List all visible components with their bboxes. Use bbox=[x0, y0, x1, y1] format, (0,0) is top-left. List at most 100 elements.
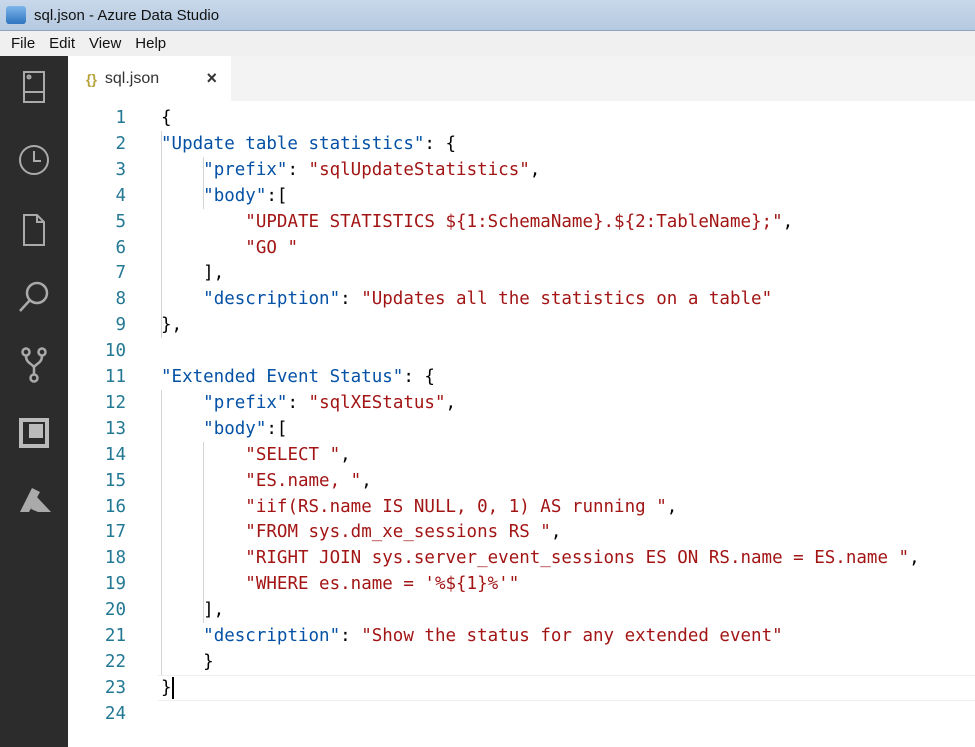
line-number: 21 bbox=[104, 626, 126, 646]
code-line: 19 "WHERE es.name = '%${1}%'" bbox=[68, 571, 975, 597]
line-number: 22 bbox=[104, 651, 126, 672]
code-token: : bbox=[340, 289, 362, 310]
app-icon bbox=[6, 6, 26, 24]
code-text: "Update table statistics": { bbox=[161, 131, 456, 157]
code-token: ], bbox=[161, 263, 225, 284]
code-token: : { bbox=[403, 367, 435, 387]
code-line: 11 "Extended Event Status": { bbox=[68, 364, 975, 390]
code-token: "iif(RS.name IS NULL, 0, 1) AS running " bbox=[245, 496, 667, 517]
code-text: "RIGHT JOIN sys.server_event_sessions ES… bbox=[161, 545, 920, 571]
close-tab-button[interactable]: × bbox=[206, 68, 217, 89]
code-token: "ES.name, " bbox=[245, 470, 362, 491]
code-token: "sqlUpdateStatistics" bbox=[308, 159, 530, 180]
code-text: "Extended Event Status": { bbox=[161, 364, 435, 390]
extensions-icon[interactable] bbox=[17, 416, 51, 450]
menu-help[interactable]: Help bbox=[128, 35, 173, 52]
code-text: "prefix": "sqlUpdateStatistics", bbox=[161, 157, 540, 183]
line-number: 19 bbox=[104, 574, 126, 595]
code-line: 12 "prefix": "sqlXEStatus", bbox=[68, 390, 975, 416]
line-number: 9 bbox=[115, 315, 126, 336]
code-text: }, bbox=[161, 312, 182, 338]
code-line: 22 } bbox=[68, 649, 975, 675]
code-line: 3 "prefix": "sqlUpdateStatistics", bbox=[68, 157, 975, 183]
azure-icon[interactable] bbox=[17, 484, 51, 518]
code-token: "GO " bbox=[245, 237, 298, 258]
code-token: , bbox=[666, 496, 678, 517]
line-number: 24 bbox=[104, 703, 126, 724]
code-token: "sqlXEStatus" bbox=[308, 392, 446, 413]
code-token: : bbox=[287, 392, 309, 413]
file-icon[interactable] bbox=[17, 213, 51, 247]
code-token: ], bbox=[161, 600, 225, 621]
history-icon[interactable] bbox=[17, 143, 51, 177]
line-number: 15 bbox=[104, 470, 126, 491]
code-token: , bbox=[782, 211, 794, 232]
line-number: 20 bbox=[104, 600, 126, 621]
code-text: "GO " bbox=[161, 235, 298, 261]
line-number: 1 bbox=[115, 108, 126, 128]
code-text: "SELECT ", bbox=[161, 442, 350, 468]
code-token: : { bbox=[424, 133, 457, 154]
code-token: }, bbox=[161, 315, 183, 336]
line-number: 11 bbox=[104, 367, 126, 387]
code-token: :[ bbox=[266, 185, 288, 206]
code-token: } bbox=[161, 651, 214, 672]
code-token: "prefix" bbox=[203, 392, 288, 413]
menu-edit[interactable]: Edit bbox=[42, 35, 82, 52]
code-token: "body" bbox=[203, 185, 267, 206]
code-token: "UPDATE STATISTICS ${1:SchemaName}.${2:T… bbox=[245, 211, 783, 232]
code-text: ], bbox=[161, 260, 224, 286]
menu-file[interactable]: File bbox=[4, 35, 42, 52]
tab-bar: {} sql.json × bbox=[68, 56, 975, 101]
code-text: "WHERE es.name = '%${1}%'" bbox=[161, 571, 519, 597]
code-line: 9}, bbox=[68, 312, 975, 338]
line-number: 10 bbox=[104, 341, 126, 362]
code-line: 20 ], bbox=[68, 597, 975, 623]
code-line: 4 "body":[ bbox=[68, 183, 975, 209]
line-number: 18 bbox=[104, 548, 126, 569]
code-token: "Update table statistics" bbox=[161, 133, 425, 154]
code-editor[interactable]: 1{2 "Update table statistics": {3 "prefix… bbox=[68, 105, 975, 747]
code-token: : bbox=[340, 626, 362, 646]
code-line: 10 bbox=[68, 338, 975, 364]
line-number: 14 bbox=[104, 444, 126, 465]
source-control-icon[interactable] bbox=[17, 347, 51, 383]
code-token: "FROM sys.dm_xe_sessions RS " bbox=[245, 522, 551, 543]
line-number: 2 bbox=[115, 133, 126, 154]
line-number: 6 bbox=[115, 237, 126, 258]
code-token: : bbox=[287, 159, 309, 180]
code-token: "RIGHT JOIN sys.server_event_sessions ES… bbox=[245, 548, 910, 569]
line-number: 4 bbox=[115, 185, 126, 206]
code-text: "prefix": "sqlXEStatus", bbox=[161, 390, 456, 416]
code-text: ], bbox=[161, 597, 224, 623]
code-line: 24 bbox=[68, 701, 975, 727]
code-line: 5 "UPDATE STATISTICS ${1:SchemaName}.${2… bbox=[68, 209, 975, 235]
search-icon[interactable] bbox=[17, 280, 51, 314]
text-cursor bbox=[171, 676, 174, 699]
code-line: 6 "GO " bbox=[68, 235, 975, 261]
code-line: 16 "iif(RS.name IS NULL, 0, 1) AS runnin… bbox=[68, 494, 975, 520]
title-bar: sql.json - Azure Data Studio bbox=[0, 0, 975, 31]
servers-icon[interactable] bbox=[17, 70, 51, 104]
line-number: 13 bbox=[104, 418, 126, 439]
code-text: "body":[ bbox=[161, 183, 287, 209]
tab-sql-json[interactable]: {} sql.json × bbox=[68, 56, 231, 101]
menu-view[interactable]: View bbox=[82, 35, 128, 52]
code-token: "prefix" bbox=[203, 159, 288, 180]
code-text: "description": "Updates all the statisti… bbox=[161, 286, 772, 312]
code-token: , bbox=[909, 548, 920, 569]
code-line: 2 "Update table statistics": { bbox=[68, 131, 975, 157]
code-text: "FROM sys.dm_xe_sessions RS ", bbox=[161, 519, 561, 545]
code-text: "iif(RS.name IS NULL, 0, 1) AS running "… bbox=[161, 494, 677, 520]
code-line: 7 ], bbox=[68, 260, 975, 286]
